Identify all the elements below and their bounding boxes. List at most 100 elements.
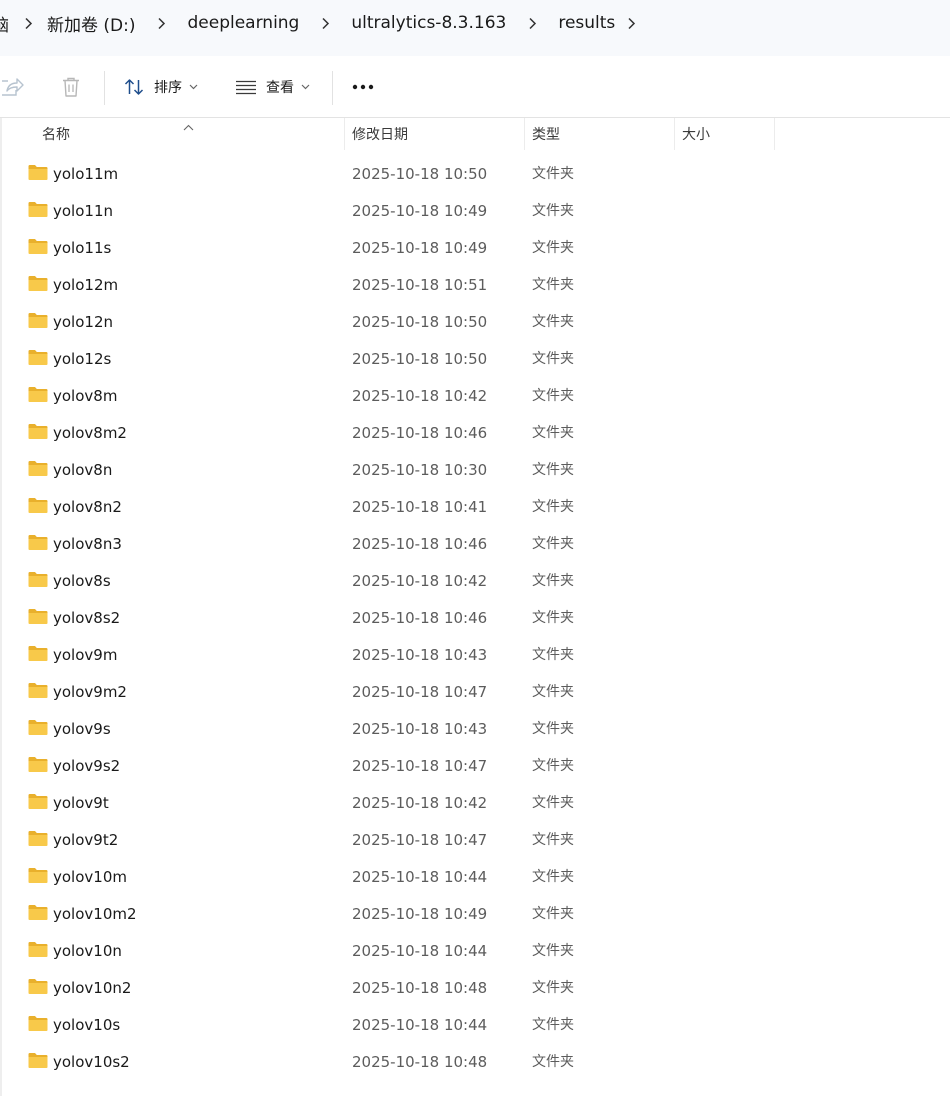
file-row[interactable]: yolo11s 2025-10-18 10:49 文件夹 [0, 230, 950, 267]
file-name: yolov9t2 [53, 831, 119, 849]
file-row[interactable]: yolov8s 2025-10-18 10:42 文件夹 [0, 563, 950, 600]
file-row[interactable]: yolov8n3 2025-10-18 10:46 文件夹 [0, 526, 950, 563]
file-row[interactable]: yolov9m 2025-10-18 10:43 文件夹 [0, 637, 950, 674]
folder-icon [28, 830, 48, 851]
file-type: 文件夹 [532, 499, 574, 515]
file-modified-date: 2025-10-18 10:48 [352, 1053, 488, 1071]
view-label: 查看 [266, 80, 294, 96]
file-list: yolo11m 2025-10-18 10:50 文件夹 yolo11n 202… [0, 156, 950, 1081]
file-row[interactable]: yolov8n 2025-10-18 10:30 文件夹 [0, 452, 950, 489]
file-row[interactable]: yolo11m 2025-10-18 10:50 文件夹 [0, 156, 950, 193]
file-name: yolo12s [53, 350, 112, 368]
breadcrumb-item-drive-d[interactable]: 新加卷 (D:) [47, 11, 136, 36]
file-row[interactable]: yolov8s2 2025-10-18 10:46 文件夹 [0, 600, 950, 637]
column-divider[interactable] [674, 118, 675, 150]
address-bar-gap [0, 46, 950, 56]
folder-icon [28, 978, 48, 999]
file-modified-date: 2025-10-18 10:47 [352, 757, 488, 775]
breadcrumb: 脑 新加卷 (D:) deeplearning ultralytics-8.3.… [0, 0, 673, 46]
file-row[interactable]: yolov9s2 2025-10-18 10:47 文件夹 [0, 748, 950, 785]
file-name: yolov9m2 [53, 683, 127, 701]
file-row[interactable]: yolov8m 2025-10-18 10:42 文件夹 [0, 378, 950, 415]
file-modified-date: 2025-10-18 10:41 [352, 498, 488, 516]
folder-icon [28, 312, 48, 333]
more-options-button[interactable] [352, 57, 374, 117]
file-row[interactable]: yolo12m 2025-10-18 10:51 文件夹 [0, 267, 950, 304]
folder-icon [28, 534, 48, 555]
chevron-right-icon[interactable] [615, 0, 673, 46]
file-type: 文件夹 [532, 203, 574, 219]
file-modified-date: 2025-10-18 10:44 [352, 942, 488, 960]
column-header-type[interactable]: 类型 [532, 118, 560, 150]
chevron-right-icon[interactable] [9, 0, 47, 46]
view-button[interactable]: 查看 [236, 57, 310, 117]
file-row[interactable]: yolov9s 2025-10-18 10:43 文件夹 [0, 711, 950, 748]
file-modified-date: 2025-10-18 10:44 [352, 1016, 488, 1034]
file-modified-date: 2025-10-18 10:50 [352, 313, 488, 331]
folder-icon [28, 238, 48, 259]
file-type: 文件夹 [532, 314, 574, 330]
file-name: yolov8s [53, 572, 111, 590]
breadcrumb-item-results[interactable]: results [558, 13, 615, 33]
file-name: yolov8n [53, 461, 113, 479]
view-lines-icon [236, 79, 256, 95]
breadcrumb-item-deeplearning[interactable]: deeplearning [188, 13, 300, 33]
column-header-modified[interactable]: 修改日期 [352, 118, 408, 150]
file-row[interactable]: yolov10m2 2025-10-18 10:49 文件夹 [0, 896, 950, 933]
breadcrumb-item-ultralytics[interactable]: ultralytics-8.3.163 [351, 13, 506, 33]
file-modified-date: 2025-10-18 10:46 [352, 424, 488, 442]
folder-icon [28, 608, 48, 629]
file-name: yolov8n3 [53, 535, 122, 553]
more-options-icon [352, 84, 374, 90]
folder-icon [28, 201, 48, 222]
file-type: 文件夹 [532, 1054, 574, 1070]
file-modified-date: 2025-10-18 10:46 [352, 609, 488, 627]
file-modified-date: 2025-10-18 10:42 [352, 794, 488, 812]
file-row[interactable]: yolov10m 2025-10-18 10:44 文件夹 [0, 859, 950, 896]
file-row[interactable]: yolov10n2 2025-10-18 10:48 文件夹 [0, 970, 950, 1007]
file-row[interactable]: yolov9m2 2025-10-18 10:47 文件夹 [0, 674, 950, 711]
file-row[interactable]: yolo12s 2025-10-18 10:50 文件夹 [0, 341, 950, 378]
file-modified-date: 2025-10-18 10:49 [352, 905, 488, 923]
file-name: yolov10s2 [53, 1053, 130, 1071]
file-row[interactable]: yolov9t2 2025-10-18 10:47 文件夹 [0, 822, 950, 859]
trash-icon[interactable] [56, 57, 86, 117]
file-type: 文件夹 [532, 610, 574, 626]
folder-icon [28, 497, 48, 518]
column-divider[interactable] [774, 118, 775, 150]
sort-button[interactable]: 排序 [124, 57, 198, 117]
file-row[interactable]: yolo11n 2025-10-18 10:49 文件夹 [0, 193, 950, 230]
share-icon[interactable] [0, 57, 26, 117]
file-modified-date: 2025-10-18 10:44 [352, 868, 488, 886]
file-name: yolov8s2 [53, 609, 121, 627]
folder-icon [28, 682, 48, 703]
file-name: yolo11m [53, 165, 119, 183]
folder-icon [28, 867, 48, 888]
address-bar[interactable]: 脑 新加卷 (D:) deeplearning ultralytics-8.3.… [0, 0, 950, 47]
file-type: 文件夹 [532, 943, 574, 959]
file-row[interactable]: yolov8m2 2025-10-18 10:46 文件夹 [0, 415, 950, 452]
file-row[interactable]: yolo12n 2025-10-18 10:50 文件夹 [0, 304, 950, 341]
folder-icon [28, 756, 48, 777]
chevron-right-icon[interactable] [136, 0, 188, 46]
chevron-right-icon[interactable] [299, 0, 351, 46]
file-row[interactable]: yolov10n 2025-10-18 10:44 文件夹 [0, 933, 950, 970]
column-divider[interactable] [344, 118, 345, 150]
folder-icon [28, 645, 48, 666]
file-modified-date: 2025-10-18 10:50 [352, 165, 488, 183]
breadcrumb-item-this-pc[interactable]: 脑 [0, 11, 9, 36]
folder-icon [28, 1052, 48, 1073]
chevron-right-icon[interactable] [506, 0, 558, 46]
chevron-down-icon [301, 84, 310, 90]
column-header-size[interactable]: 大小 [682, 118, 710, 150]
sort-ascending-icon [183, 116, 194, 135]
file-row[interactable]: yolov10s 2025-10-18 10:44 文件夹 [0, 1007, 950, 1044]
file-name: yolov9s2 [53, 757, 121, 775]
column-header-name[interactable]: 名称 [42, 118, 70, 150]
sort-label: 排序 [154, 80, 182, 96]
file-row[interactable]: yolov10s2 2025-10-18 10:48 文件夹 [0, 1044, 950, 1081]
file-row[interactable]: yolov8n2 2025-10-18 10:41 文件夹 [0, 489, 950, 526]
column-divider[interactable] [524, 118, 525, 150]
file-modified-date: 2025-10-18 10:48 [352, 979, 488, 997]
file-row[interactable]: yolov9t 2025-10-18 10:42 文件夹 [0, 785, 950, 822]
